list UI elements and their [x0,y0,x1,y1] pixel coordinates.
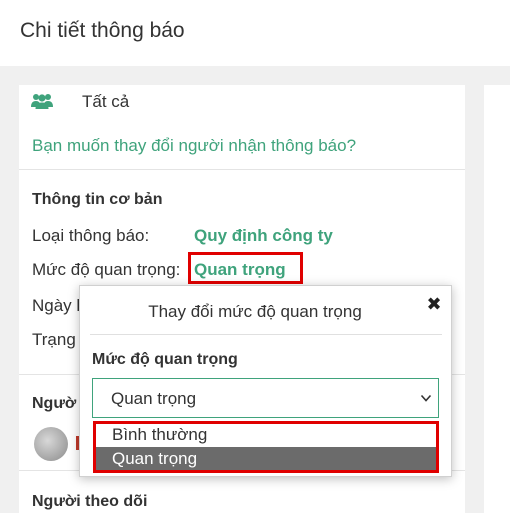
popup-divider [90,334,442,335]
notification-type-value[interactable]: Quy định công ty [194,226,333,246]
basic-info-title: Thông tin cơ bản [32,191,163,208]
close-icon[interactable]: ✖ [426,295,442,313]
page-header: Chi tiết thông báo [0,0,510,66]
options-highlight [93,421,439,473]
importance-select-value: Quan trọng [111,389,197,408]
importance-select[interactable]: Quan trọng [92,378,439,418]
status-label: Trạng [32,330,76,349]
importance-highlight [188,252,303,284]
avatar [34,427,68,461]
importance-label: Mức độ quan trọng: [32,260,181,279]
popup-title: Thay đổi mức độ quan trọng [148,302,362,321]
date-label: Ngày l [32,296,81,315]
followers-title: Người theo dõi [32,493,148,510]
divider [19,169,465,170]
recipient-section-title: Ngườ [32,395,77,412]
change-recipient-link[interactable]: Bạn muốn thay đổi người nhận thông báo? [32,136,356,156]
chevron-down-icon [420,394,432,402]
notification-type-label: Loại thông báo: [32,226,150,245]
importance-field-label: Mức độ quan trọng [92,351,238,368]
right-panel [484,85,510,513]
users-icon [31,94,53,109]
page-title: Chi tiết thông báo [20,19,185,42]
recipient-label: Tất cả [82,92,130,111]
recipient-row: Tất cả [19,85,465,123]
